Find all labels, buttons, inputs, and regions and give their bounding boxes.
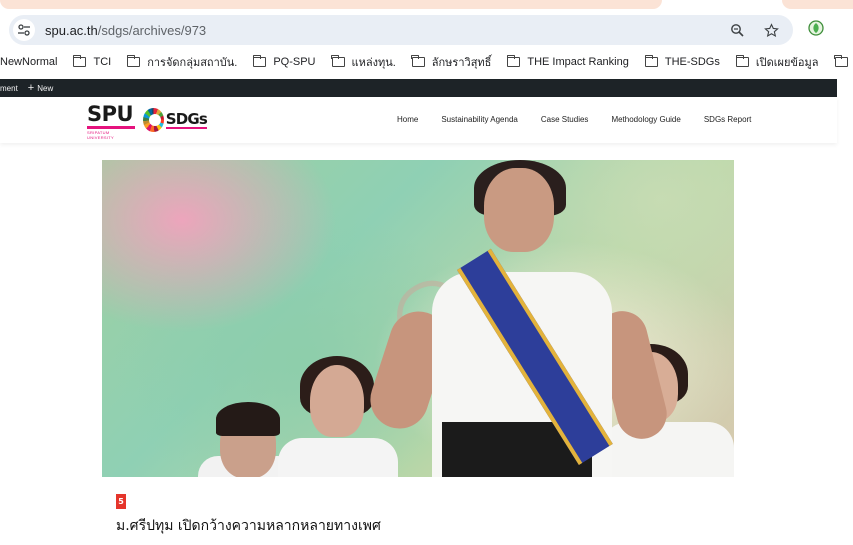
browser-toolbar: spu.ac.th/sdgs/archives/973 (0, 12, 853, 48)
nav-sdgs-report[interactable]: SDGs Report (704, 115, 752, 124)
admin-bar-new-label: New (37, 83, 54, 93)
url-text[interactable]: spu.ac.th/sdgs/archives/973 (45, 23, 206, 38)
bookmark-item[interactable]: เปิดเผยข้อมูล (735, 53, 819, 71)
zoom-icon[interactable] (727, 20, 747, 40)
spu-logo-text: SPU (87, 102, 134, 126)
nav-case-studies[interactable]: Case Studies (541, 115, 589, 124)
admin-bar-item[interactable]: ment (0, 84, 18, 93)
folder-icon (253, 55, 267, 67)
hero-image: ○○ (102, 160, 734, 477)
nav-methodology-guide[interactable]: Methodology Guide (611, 115, 680, 124)
active-tab[interactable] (0, 0, 662, 9)
nav-sustainability-agenda[interactable]: Sustainability Agenda (441, 115, 518, 124)
bookmark-label: TCI (93, 56, 112, 68)
bookmark-item[interactable]: THE Impact Ranking (507, 55, 629, 68)
bookmark-item[interactable]: แหล่งทุน. (331, 53, 396, 71)
bookmark-label: ลักษราวิสุทธิ์ (431, 57, 492, 69)
hero-person (216, 402, 280, 436)
address-bar[interactable]: spu.ac.th/sdgs/archives/973 (9, 15, 793, 45)
bookmark-label: NewNormal (0, 56, 58, 68)
post-title: ม.ศรีปทุม เปิดกว้างความหลากหลายทางเพศ (116, 518, 381, 534)
leaf-extension-icon[interactable] (806, 18, 826, 38)
bookmark-label: THE-SDGs (664, 56, 720, 68)
site-info-icon[interactable] (13, 19, 35, 41)
star-icon[interactable] (761, 20, 781, 40)
bookmark-label: เปิดเผยข้อมูล (755, 57, 819, 69)
bookmark-item[interactable]: THE-SDGs (644, 55, 720, 68)
sdgs-logo[interactable]: SDGs (143, 107, 208, 133)
sdgs-logo-text: SDGs (165, 109, 208, 129)
inactive-tab[interactable] (782, 0, 853, 9)
spu-logo[interactable]: SPU SRIPATUM UNIVERSITY (87, 102, 137, 140)
bookmark-item[interactable]: การจัดกลุ่มสถาบัน. (126, 53, 238, 71)
bookmark-item[interactable]: bitly.com (834, 55, 853, 68)
main-nav: Home Sustainability Agenda Case Studies … (397, 115, 774, 124)
folder-icon (73, 55, 87, 67)
url-host: spu.ac.th (45, 22, 98, 38)
folder-icon (126, 55, 141, 67)
bookmark-item[interactable]: NewNormal (0, 56, 57, 68)
sdg-wheel-icon (143, 108, 164, 132)
bookmark-item[interactable]: ลักษราวิสุทธิ์ (411, 53, 492, 71)
folder-icon (644, 55, 658, 67)
hero-person (278, 438, 398, 477)
nav-home[interactable]: Home (397, 115, 418, 124)
spu-logo-bar (87, 126, 135, 129)
url-path: /sdgs/archives/973 (97, 22, 207, 38)
hero-main-person (484, 168, 554, 252)
folder-icon (834, 55, 848, 67)
bookmark-label: การจัดกลุ่มสถาบัน. (147, 57, 238, 69)
folder-icon (735, 55, 749, 67)
plus-icon: + (27, 82, 35, 94)
bookmarks-bar: NewNormal TCI การจัดกลุ่มสถาบัน. PQ-SPU แหล่… (0, 48, 853, 76)
admin-bar-new[interactable]: + New (28, 82, 53, 94)
folder-icon (507, 55, 521, 67)
bookmark-item[interactable]: TCI (73, 55, 112, 68)
hero-person (310, 365, 364, 437)
tab-strip (0, 0, 853, 12)
bookmark-label: แหล่งทุน. (351, 57, 396, 69)
spu-logo-subtext: SRIPATUM UNIVERSITY (87, 130, 115, 140)
bookmark-item[interactable]: PQ-SPU (253, 55, 316, 68)
wp-admin-bar: ment + New (0, 79, 837, 97)
folder-icon (331, 55, 345, 67)
bookmark-label: PQ-SPU (273, 56, 316, 68)
sdg-badge[interactable]: 5 (116, 494, 126, 509)
folder-icon (411, 55, 425, 67)
site-header: SPU SRIPATUM UNIVERSITY SDGs Home Sustai… (0, 97, 837, 143)
bookmark-label: THE Impact Ranking (527, 56, 629, 68)
